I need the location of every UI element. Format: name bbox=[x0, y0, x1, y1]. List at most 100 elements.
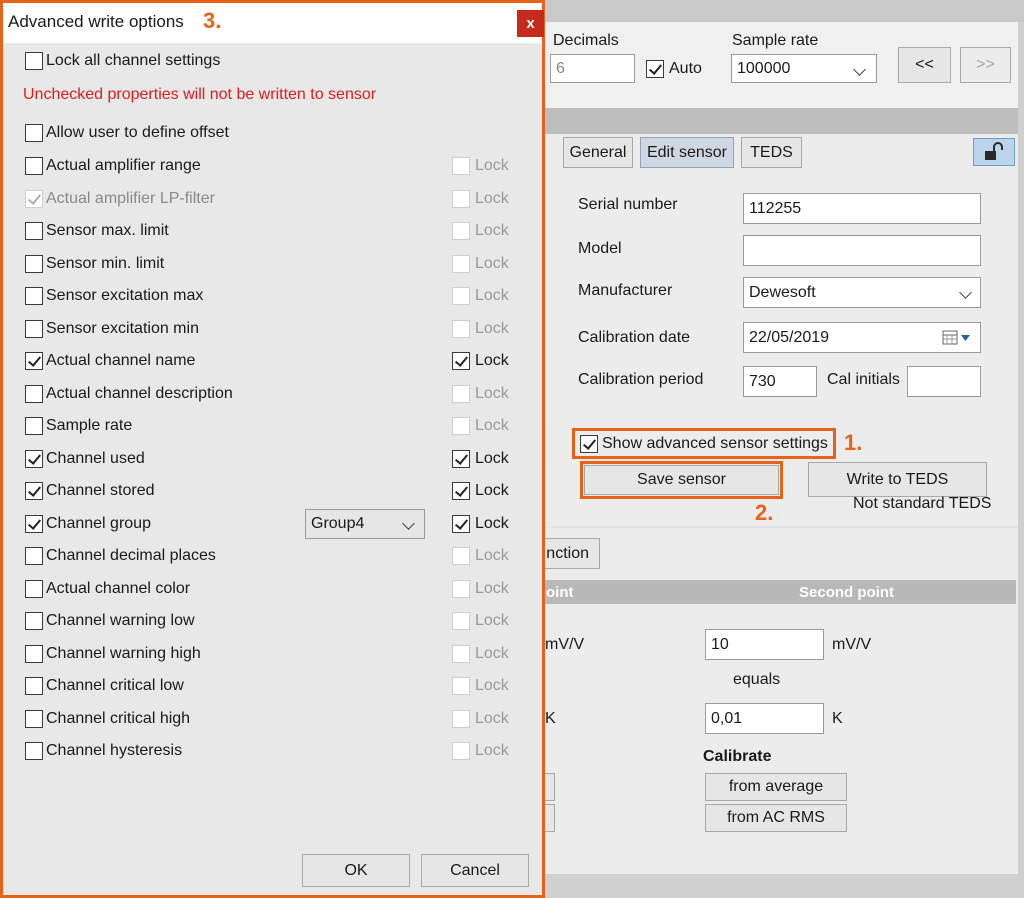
lock-label: Lock bbox=[475, 482, 509, 499]
property-checkbox[interactable] bbox=[25, 255, 43, 273]
tab-teds[interactable]: TEDS bbox=[741, 137, 802, 168]
step-3-marker: 3. bbox=[203, 8, 222, 33]
sample-rate-select[interactable]: 100000 bbox=[731, 54, 877, 83]
property-checkbox[interactable] bbox=[25, 320, 43, 338]
property-checkbox[interactable] bbox=[25, 710, 43, 728]
close-icon: x bbox=[526, 15, 535, 32]
property-checkbox[interactable] bbox=[25, 547, 43, 565]
serial-number-input[interactable]: 112255 bbox=[743, 193, 981, 224]
calibration-date-input[interactable]: 22/05/2019 bbox=[743, 322, 981, 353]
lock-checkbox bbox=[452, 320, 470, 338]
teds-status: Not standard TEDS bbox=[853, 495, 992, 512]
tab-general[interactable]: General bbox=[563, 137, 633, 168]
unlock-button[interactable] bbox=[973, 138, 1015, 166]
from-ac-rms-button[interactable]: from AC RMS bbox=[705, 804, 847, 832]
property-checkbox[interactable] bbox=[25, 450, 43, 468]
lock-checkbox[interactable] bbox=[452, 450, 470, 468]
property-label: Channel group bbox=[46, 515, 151, 532]
decimals-label: Decimals bbox=[553, 32, 619, 49]
lock-all-checkbox[interactable] bbox=[25, 52, 43, 70]
lock-label: Lock bbox=[475, 255, 509, 272]
property-label: Actual channel color bbox=[46, 580, 191, 597]
property-label: Sample rate bbox=[46, 417, 133, 434]
lock-checkbox[interactable] bbox=[452, 515, 470, 533]
chevron-down-icon bbox=[853, 63, 866, 76]
first-point-unit: mV/V bbox=[545, 636, 585, 653]
show-advanced-checkbox[interactable] bbox=[580, 435, 598, 453]
lock-label: Lock bbox=[475, 385, 509, 402]
lock-label: Lock bbox=[475, 352, 509, 369]
property-label: Actual channel name bbox=[46, 352, 196, 369]
model-input[interactable] bbox=[743, 235, 981, 266]
calibrate-heading: Calibrate bbox=[703, 748, 772, 765]
property-checkbox[interactable] bbox=[25, 222, 43, 240]
calibration-period-input[interactable]: 730 bbox=[743, 366, 817, 397]
lock-label: Lock bbox=[475, 580, 509, 597]
property-checkbox[interactable] bbox=[25, 612, 43, 630]
prev-button[interactable]: << bbox=[898, 47, 951, 83]
sample-rate-value: 100000 bbox=[737, 59, 791, 77]
property-label: Actual amplifier LP-filter bbox=[46, 190, 215, 207]
function-tab[interactable]: nction bbox=[540, 538, 600, 569]
from-average-button[interactable]: from average bbox=[705, 773, 847, 801]
show-advanced-label: Show advanced sensor settings bbox=[602, 435, 828, 452]
property-checkbox[interactable] bbox=[25, 515, 43, 533]
property-checkbox[interactable] bbox=[25, 385, 43, 403]
property-checkbox[interactable] bbox=[25, 287, 43, 305]
property-label: Channel critical low bbox=[46, 677, 184, 694]
property-checkbox[interactable] bbox=[25, 580, 43, 598]
property-checkbox[interactable] bbox=[25, 742, 43, 760]
property-label: Channel stored bbox=[46, 482, 155, 499]
save-sensor-button[interactable]: Save sensor bbox=[584, 465, 779, 495]
lock-checkbox bbox=[452, 580, 470, 598]
cal-initials-input[interactable] bbox=[907, 366, 981, 397]
lock-checkbox[interactable] bbox=[452, 352, 470, 370]
calendar-icon[interactable] bbox=[942, 330, 972, 346]
first-k-unit: K bbox=[545, 710, 556, 727]
property-checkbox[interactable] bbox=[25, 482, 43, 500]
allow-offset-checkbox[interactable] bbox=[25, 124, 43, 142]
next-button[interactable]: >> bbox=[960, 47, 1011, 83]
lock-label: Lock bbox=[475, 612, 509, 629]
first-calibrate-button-2[interactable] bbox=[545, 804, 555, 832]
dialog-titlebar: Advanced write options 3. x bbox=[3, 3, 544, 43]
property-label: Channel used bbox=[46, 450, 145, 467]
close-button[interactable]: x bbox=[517, 10, 544, 37]
tab-edit-sensor[interactable]: Edit sensor bbox=[640, 137, 734, 168]
property-label: Channel decimal places bbox=[46, 547, 216, 564]
property-checkbox[interactable] bbox=[25, 677, 43, 695]
cal-initials-label: Cal initials bbox=[827, 371, 900, 388]
property-label: Channel hysteresis bbox=[46, 742, 183, 759]
channel-group-select[interactable]: Group4 bbox=[305, 509, 425, 539]
ok-button[interactable]: OK bbox=[302, 854, 410, 887]
step-2-marker: 2. bbox=[755, 500, 774, 525]
property-checkbox[interactable] bbox=[25, 157, 43, 175]
property-label: Sensor min. limit bbox=[46, 255, 165, 272]
sample-rate-label: Sample rate bbox=[732, 32, 819, 49]
second-point-header: Second point bbox=[799, 583, 894, 601]
cancel-button[interactable]: Cancel bbox=[421, 854, 529, 887]
model-label: Model bbox=[578, 240, 622, 257]
auto-label: Auto bbox=[669, 60, 702, 77]
property-label: Channel warning high bbox=[46, 645, 201, 662]
channel-group-value: Group4 bbox=[311, 515, 365, 532]
property-checkbox[interactable] bbox=[25, 645, 43, 663]
second-k-input[interactable]: 0,01 bbox=[705, 703, 824, 734]
decimals-input[interactable]: 6 bbox=[550, 54, 635, 83]
property-checkbox[interactable] bbox=[25, 352, 43, 370]
property-label: Sensor excitation min bbox=[46, 320, 199, 337]
manufacturer-select[interactable]: Dewesoft bbox=[743, 277, 981, 308]
write-to-teds-button[interactable]: Write to TEDS bbox=[808, 462, 987, 497]
second-point-unit: mV/V bbox=[832, 636, 872, 653]
allow-offset-label: Allow user to define offset bbox=[46, 124, 229, 141]
lock-checkbox[interactable] bbox=[452, 482, 470, 500]
second-point-input[interactable]: 10 bbox=[705, 629, 824, 660]
lock-label: Lock bbox=[475, 677, 509, 694]
property-checkbox[interactable] bbox=[25, 417, 43, 435]
first-calibrate-button-1[interactable] bbox=[545, 773, 555, 801]
advanced-write-options-dialog: Advanced write options 3. x Lock all cha… bbox=[0, 0, 545, 898]
lock-checkbox bbox=[452, 222, 470, 240]
lock-checkbox bbox=[452, 710, 470, 728]
lock-checkbox bbox=[452, 157, 470, 175]
auto-checkbox[interactable] bbox=[646, 60, 664, 78]
